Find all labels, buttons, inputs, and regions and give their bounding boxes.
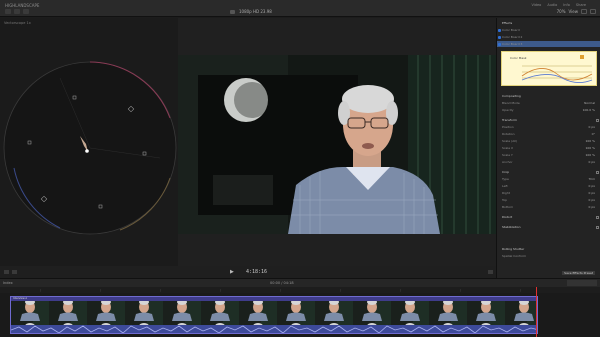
play-button[interactable]: ▶ [230,269,234,275]
inspector-section-rolling-shutter[interactable]: Rolling Shutter [497,246,600,252]
crop-left-row[interactable]: Left 0 px [497,183,600,189]
enable-checkbox[interactable] [498,28,501,32]
crop-top-row[interactable]: Top 0 px [497,197,600,203]
video-frame[interactable] [178,55,496,234]
save-effects-preset-button[interactable]: Save Effects Preset [562,271,595,275]
tab-audio[interactable]: Audio [545,3,559,7]
format-icon [230,9,235,14]
effect-row-color-board-3[interactable]: Color Board 3 [497,41,600,47]
save-preset-row: Save Effects Preset [497,270,600,276]
video-clip[interactable]: Interview A [10,296,538,334]
video-image [178,55,496,234]
viewer-tools [4,270,17,274]
clip-filmstrip [11,301,537,333]
position-row[interactable]: Position 0 px [497,124,600,130]
inspector-toggle-icon[interactable] [581,9,587,14]
inspector-section-transform[interactable]: Transform [497,117,600,123]
timeline-zoom-control[interactable] [567,280,597,286]
vectorscope-panel: Vectorscope 1x [0,18,178,266]
scale-x-row[interactable]: Scale X 100 % [497,145,600,151]
timecode-display[interactable]: 4:18:16 [246,269,267,275]
tab-video[interactable]: Video [530,3,544,7]
timeline-header: Index 00:00 / 04:18 [0,278,600,287]
browser-toggle-icon[interactable] [590,9,596,14]
format-label: 1080p HD 23.98 [239,9,272,14]
timeline[interactable]: Interview A [0,293,600,337]
inspector-section-compositing[interactable]: Compositing [497,93,600,99]
zoom-level[interactable]: 70% [557,9,566,14]
toolbar: HIGHLANDSCAPE 1080p HD 23.98 Video Audio… [0,0,600,17]
transform-icon[interactable] [4,270,9,274]
viewer-format: 1080p HD 23.98 [230,9,272,14]
transform-checkbox[interactable] [596,118,599,122]
effect-row-color-board-2[interactable]: Color Board 2 [497,34,600,40]
view-menu[interactable]: View [569,9,579,14]
enable-checkbox[interactable] [498,35,501,39]
stabilization-checkbox[interactable] [596,225,599,229]
import-icon[interactable] [5,9,11,14]
crop-bottom-row[interactable]: Bottom 0 px [497,204,600,210]
enhance-icon[interactable] [12,270,17,274]
viewer-controls: 70% View [557,9,596,14]
app-title: HIGHLANDSCAPE [5,3,40,8]
inspector-section-distort[interactable]: Distort [497,214,600,220]
inspector-section-stabilization[interactable]: Stabilization [497,224,600,230]
index-button[interactable]: Index [3,281,13,285]
analyze-icon[interactable] [23,9,29,14]
crop-checkbox[interactable] [596,170,599,174]
distort-checkbox[interactable] [596,215,599,219]
inspector-section-effects[interactable]: Effects [497,20,600,26]
effect-row-color-board[interactable]: Color Board [497,27,600,33]
blend-mode-row[interactable]: Blend Mode Normal [497,100,600,106]
inspector-panel: Effects Color Board Color Board 2 Color … [496,18,600,278]
project-duration: 00:00 / 04:18 [270,281,294,285]
scale-y-row[interactable]: Scale Y 100 % [497,152,600,158]
enable-checkbox[interactable] [498,42,501,46]
opacity-row[interactable]: Opacity 100.0 % [497,107,600,113]
clip-label: Interview A [13,297,28,300]
crop-right-row[interactable]: Right 0 px [497,190,600,196]
vectorscope [3,61,177,235]
crop-type-row[interactable]: Type Trim [497,176,600,182]
viewer [178,18,496,266]
mask-graph [521,65,593,83]
scale-all-row[interactable]: Scale (All) 100 % [497,138,600,144]
playhead[interactable] [536,287,537,337]
anchor-row[interactable]: Anchor 0 px [497,159,600,165]
left-tools [5,9,29,14]
transport-bar: ▶ 4:18:16 [0,266,496,278]
inspector-section-crop[interactable]: Crop [497,169,600,175]
spatial-conform-row[interactable]: Spatial Conform [497,253,600,259]
keyword-icon[interactable] [14,9,20,14]
scope-label[interactable]: Vectorscope 1x [4,21,31,25]
rotation-row[interactable]: Rotation 0° [497,131,600,137]
tab-share[interactable]: Share [574,3,588,7]
tab-info[interactable]: Info [561,3,572,7]
color-mask-panel[interactable]: Color Mask [501,51,597,86]
fullscreen-icon[interactable] [488,270,493,274]
inspector-tabs: Video Audio Info Share [530,3,589,7]
